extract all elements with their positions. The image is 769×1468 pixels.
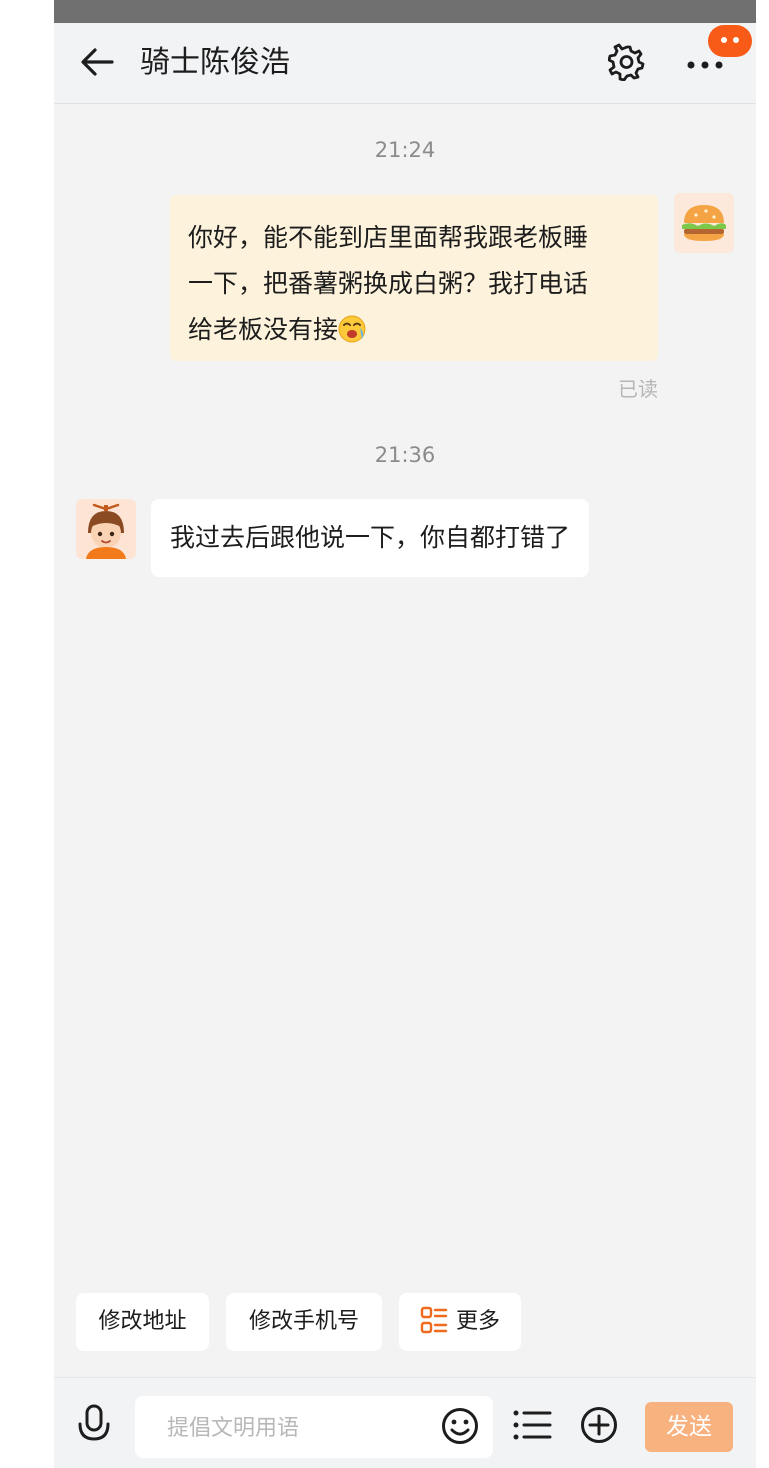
gear-icon: [607, 43, 646, 85]
bubble-eye-left: [721, 37, 727, 43]
voice-input-button[interactable]: [72, 1404, 116, 1448]
quick-reply-edit-phone[interactable]: 修改手机号: [226, 1293, 382, 1351]
message-line: 一下，把番薯粥换成白粥？我打电话: [188, 269, 589, 298]
settings-button[interactable]: [606, 43, 648, 85]
rider-avatar[interactable]: [76, 499, 136, 559]
message-input[interactable]: [165, 1396, 429, 1460]
message-line: 你好，能不能到店里面帮我跟老板睡: [188, 223, 589, 252]
outgoing-message-bubble[interactable]: 你好，能不能到店里面帮我跟老板睡 一下，把番薯粥换成白粥？我打电话 给老板没有接: [170, 195, 658, 361]
message-timestamp: 21:24: [374, 138, 436, 162]
read-receipt: 已读: [618, 377, 658, 401]
message-line: 给老板没有接: [188, 315, 339, 344]
crying-face-emoji: [338, 312, 366, 343]
burger-icon: [674, 205, 734, 253]
user-avatar[interactable]: [674, 193, 734, 253]
back-button[interactable]: [76, 43, 118, 85]
menu-list-icon: [420, 1299, 448, 1334]
rider-icon: [76, 503, 136, 559]
emoji-button[interactable]: [440, 1408, 480, 1448]
header-bar: 骑士陈俊浩: [54, 23, 756, 104]
attach-button[interactable]: [578, 1406, 620, 1448]
arrow-left-icon: [80, 47, 114, 81]
smiley-icon: [441, 1407, 479, 1449]
plus-circle-icon: [580, 1406, 618, 1448]
status-bar: [54, 0, 756, 23]
quick-reply-edit-address[interactable]: 修改地址: [76, 1293, 209, 1351]
quick-phrases-button[interactable]: [510, 1406, 554, 1448]
composer-bar: 发送: [54, 1377, 756, 1468]
bubble-eye-right: [733, 37, 739, 43]
quick-reply-more-label: 更多: [455, 1309, 500, 1334]
microphone-icon: [77, 1404, 111, 1448]
page-title: 骑士陈俊浩: [140, 45, 290, 80]
list-icon: [512, 1408, 552, 1446]
quick-reply-more[interactable]: 更多: [399, 1293, 521, 1351]
message-timestamp: 21:36: [374, 443, 436, 467]
ellipsis-icon: [686, 55, 724, 74]
incoming-message-bubble[interactable]: 我过去后跟他说一下，你自都打错了: [151, 499, 590, 577]
send-button[interactable]: 发送: [645, 1402, 733, 1452]
chat-screen: 骑士陈俊浩 21:24 你好，能不能到店里面帮我跟老板睡 一下，把番薯粥换成白粥…: [54, 23, 756, 1468]
notification-bubble-icon: [708, 25, 752, 57]
message-line-with-emoji: 给老板没有接: [188, 307, 640, 353]
